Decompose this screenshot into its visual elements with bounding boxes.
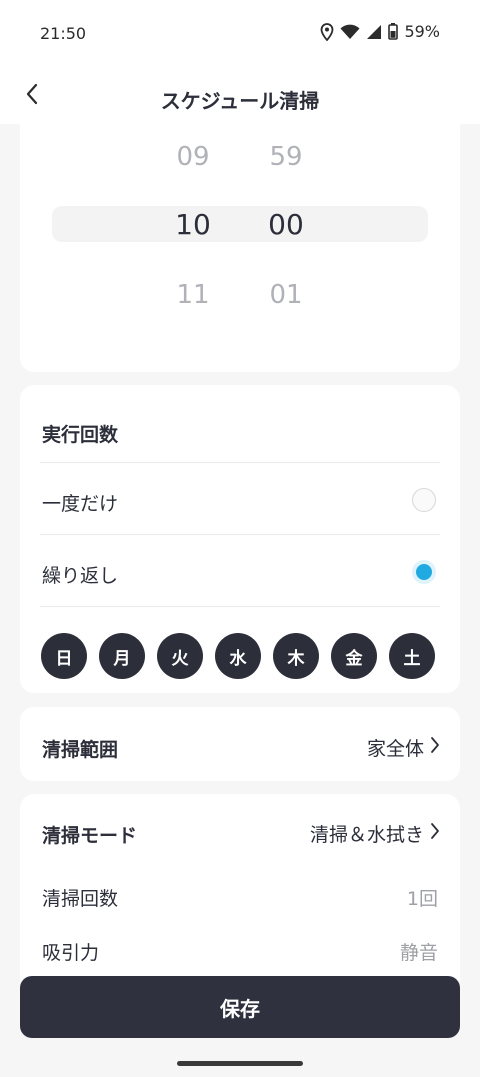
battery-icon xyxy=(388,23,399,40)
day-sunday[interactable]: 日 xyxy=(41,633,87,679)
status-time: 21:50 xyxy=(40,24,87,43)
time-picker[interactable]: 09 10 11 59 00 01 xyxy=(20,110,460,372)
signal-icon xyxy=(366,24,382,40)
wifi-icon xyxy=(340,24,360,40)
hour-option-prev[interactable]: 09 xyxy=(153,142,233,172)
cleaning-mode-label: 清掃モード xyxy=(42,825,138,847)
save-button[interactable]: 保存 xyxy=(20,976,460,1038)
cleaning-mode-value: 清掃＆水拭き xyxy=(309,824,424,846)
battery-percent: 59% xyxy=(404,22,440,41)
frequency-card: 実行回数 一度だけ 繰り返し 日 月 火 水 木 金 土 xyxy=(20,385,460,693)
day-monday[interactable]: 月 xyxy=(99,633,145,679)
cleaning-mode-card: 清掃モード 清掃＆水拭き 清掃回数 1回 吸引力 静音 xyxy=(20,794,460,994)
chevron-right-icon xyxy=(430,822,440,845)
day-thursday[interactable]: 木 xyxy=(273,633,319,679)
weekday-selector: 日 月 火 水 木 金 土 xyxy=(41,633,435,679)
minute-option-selected[interactable]: 00 xyxy=(246,208,326,241)
radio-selected-dot xyxy=(416,564,432,580)
day-tuesday[interactable]: 火 xyxy=(157,633,203,679)
status-bar: 21:50 59% xyxy=(0,0,480,68)
frequency-title: 実行回数 xyxy=(42,424,119,446)
suction-label: 吸引力 xyxy=(42,942,100,964)
suction-value: 静音 xyxy=(399,942,438,964)
option-once-label: 一度だけ xyxy=(42,493,119,515)
option-repeat-radio[interactable] xyxy=(412,560,436,584)
picker-selection-highlight xyxy=(52,206,428,242)
bottom-area xyxy=(0,1038,480,1077)
hour-option-selected[interactable]: 10 xyxy=(153,208,233,241)
divider xyxy=(40,534,440,535)
cleaning-area-value-group: 家全体 xyxy=(367,734,440,761)
divider xyxy=(40,606,440,607)
minute-option-next[interactable]: 01 xyxy=(246,280,326,310)
day-friday[interactable]: 金 xyxy=(331,633,377,679)
cleaning-area-value: 家全体 xyxy=(366,738,424,760)
schedule-cleaning-screen: 21:50 59% スケジュール清掃 09 10 11 59 00 01 実行回… xyxy=(0,0,480,1077)
day-wednesday[interactable]: 水 xyxy=(215,633,261,679)
home-indicator[interactable] xyxy=(177,1061,303,1066)
clean-count-value: 1回 xyxy=(406,888,438,910)
chevron-right-icon xyxy=(430,736,440,759)
hour-option-next[interactable]: 11 xyxy=(153,280,233,310)
option-once-radio[interactable] xyxy=(412,488,436,512)
minute-option-prev[interactable]: 59 xyxy=(246,142,326,172)
option-repeat-label: 繰り返し xyxy=(42,565,119,587)
clean-count-label: 清掃回数 xyxy=(42,888,119,910)
day-saturday[interactable]: 土 xyxy=(389,633,435,679)
cleaning-area-label: 清掃範囲 xyxy=(42,739,119,761)
location-icon xyxy=(320,22,334,41)
cleaning-area-row[interactable]: 清掃範囲 家全体 xyxy=(20,707,460,781)
cleaning-mode-value-group: 清掃＆水拭き xyxy=(310,820,440,847)
divider xyxy=(40,462,440,463)
status-icons: 59% xyxy=(320,22,440,41)
